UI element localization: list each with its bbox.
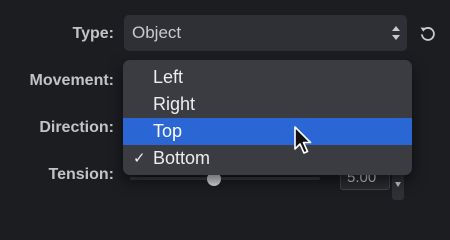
menu-item-top[interactable]: Top — [123, 118, 412, 145]
menu-item-bottom[interactable]: ✓ Bottom — [123, 145, 412, 172]
type-select-value: Object — [132, 23, 182, 42]
direction-dropdown-menu: Left Right Top ✓ Bottom — [123, 60, 412, 175]
menu-item-right[interactable]: Right — [123, 91, 412, 118]
menu-item-label: Top — [153, 121, 183, 141]
type-select[interactable]: Object — [124, 15, 407, 51]
menu-item-label: Right — [153, 94, 196, 114]
menu-item-left[interactable]: Left — [123, 64, 412, 91]
tension-label: Tension: — [48, 166, 114, 183]
menu-item-label: Left — [153, 67, 184, 87]
type-label: Type: — [72, 25, 114, 42]
direction-label: Direction: — [39, 119, 114, 136]
movement-label: Movement: — [29, 72, 114, 89]
menu-item-label: Bottom — [153, 148, 211, 168]
reset-icon[interactable] — [418, 24, 438, 44]
mouse-pointer-icon — [294, 126, 312, 154]
updown-chevron-icon — [392, 26, 400, 40]
tension-slider-track[interactable] — [130, 177, 320, 180]
checkmark-icon: ✓ — [133, 150, 146, 167]
